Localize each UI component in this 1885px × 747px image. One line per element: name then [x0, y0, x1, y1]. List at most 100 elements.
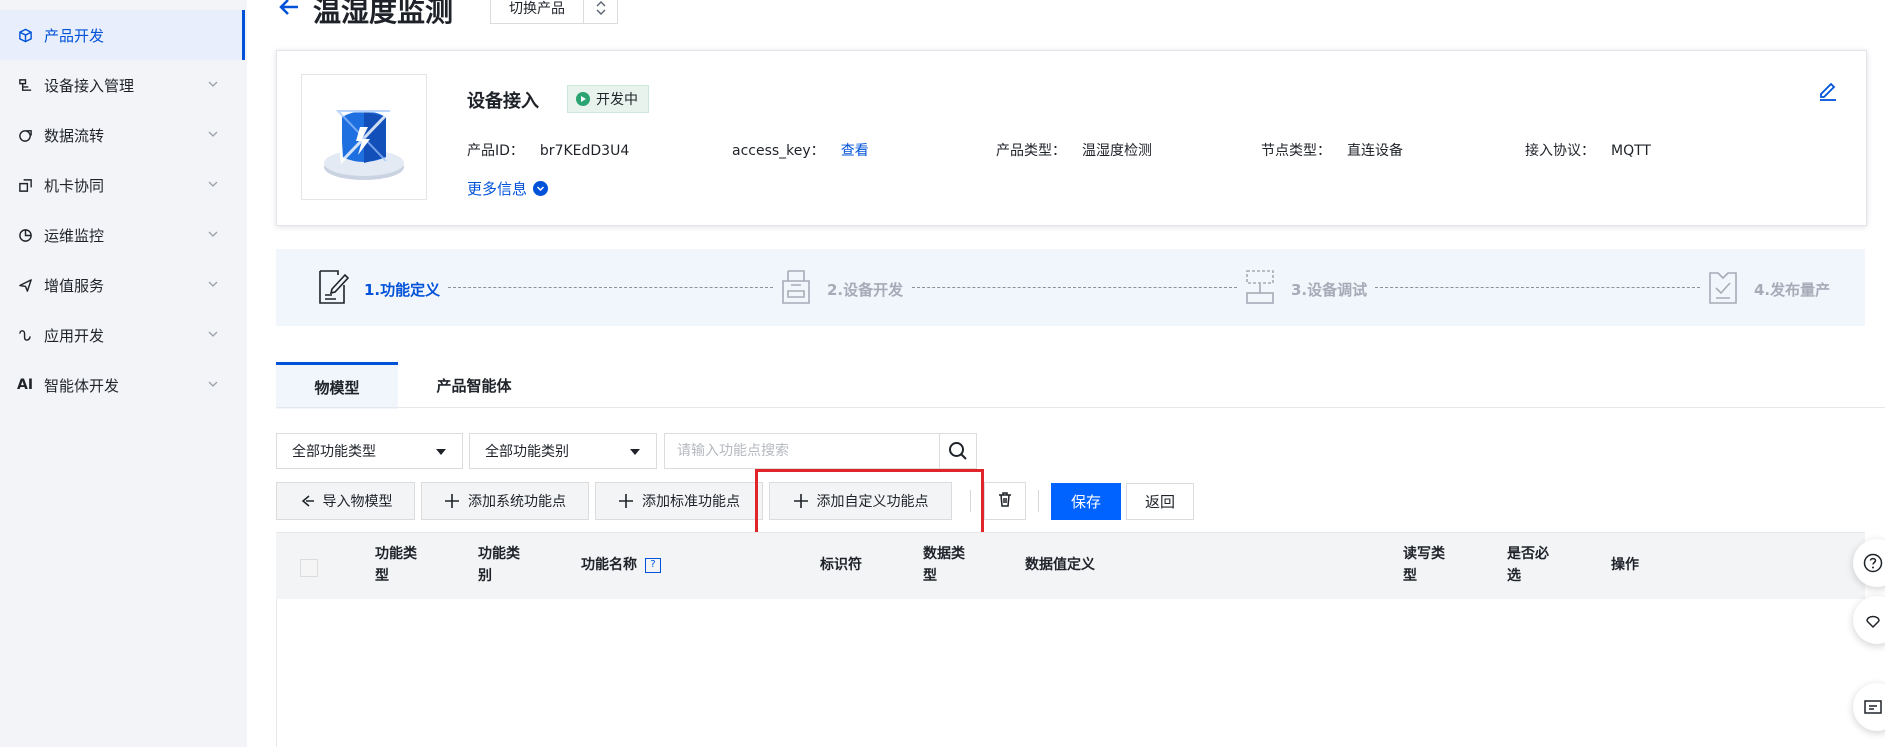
chevron-down-icon	[208, 181, 218, 187]
step-function-definition[interactable]: 1.功能定义	[316, 267, 440, 311]
field-key: 产品类型：	[996, 143, 1066, 159]
chevron-down-icon	[533, 181, 549, 196]
sidebar-item-label: 增值服务	[44, 276, 105, 295]
chevron-down-icon	[208, 281, 218, 287]
field-key: 产品ID：	[467, 143, 524, 159]
more-info-label: 更多信息	[467, 180, 528, 198]
switch-product-button[interactable]: 切换产品	[490, 0, 618, 24]
sidebar-item-label: 智能体开发	[44, 376, 120, 395]
step-device-development[interactable]: 2.设备开发	[779, 267, 903, 311]
column-header-function-name: 功能名称?	[581, 554, 661, 576]
sidebar-item-value-added[interactable]: 增值服务	[0, 260, 245, 310]
add-standard-function-button[interactable]: 添加标准功能点	[595, 482, 763, 520]
trash-icon	[997, 491, 1013, 511]
sidebar-item-label: 数据流转	[44, 126, 105, 145]
question-icon	[1863, 553, 1883, 573]
sidebar-item-label: 机卡协同	[44, 176, 105, 195]
data-flow-icon	[17, 127, 33, 143]
protocol-field: 接入协议： MQTT	[1525, 140, 1651, 160]
sidebar-item-app-dev[interactable]: 应用开发	[0, 310, 245, 360]
search-icon	[949, 442, 967, 460]
sidebar-item-agent-dev[interactable]: AI 智能体开发	[0, 360, 245, 410]
add-system-function-button[interactable]: 添加系统功能点	[421, 482, 589, 520]
import-model-button[interactable]: 导入物模型	[276, 482, 415, 520]
step-label: 3.设备调试	[1291, 280, 1368, 299]
table-body	[276, 599, 1866, 747]
service-icon	[1866, 615, 1880, 629]
step-label: 1.功能定义	[364, 280, 441, 299]
pie-chart-icon	[17, 227, 33, 243]
import-icon	[299, 493, 315, 509]
import-model-label: 导入物模型	[322, 494, 393, 510]
message-icon	[1864, 700, 1882, 714]
field-key: access_key：	[732, 143, 825, 159]
sidebar-item-label: 运维监控	[44, 226, 105, 245]
field-key: 接入协议：	[1525, 143, 1595, 159]
sidebar-item-ops-monitor[interactable]: 运维监控	[0, 210, 245, 260]
step-connector	[1375, 287, 1700, 288]
step-label: 4.发布量产	[1754, 280, 1831, 299]
chevron-down-icon	[208, 231, 218, 237]
node-type-field: 节点类型： 直连设备	[1261, 140, 1403, 160]
toolbar-divider	[1038, 490, 1039, 512]
send-icon	[17, 277, 33, 293]
search-button[interactable]	[939, 433, 977, 469]
step-connector	[448, 287, 773, 288]
save-button[interactable]: 保存	[1051, 483, 1121, 520]
play-icon	[576, 92, 590, 106]
highlight-box	[755, 469, 984, 539]
development-steps: 1.功能定义 2.设备开发 3.设备调试 4.发布量产	[276, 249, 1865, 326]
function-search-input[interactable]	[664, 433, 940, 469]
tab-thing-model[interactable]: 物模型	[276, 362, 398, 409]
column-header-required: 是否必选	[1507, 546, 1549, 584]
add-standard-function-label: 添加标准功能点	[642, 494, 740, 510]
column-header-actions: 操作	[1611, 557, 1639, 573]
ai-icon: AI	[17, 377, 34, 393]
more-info-link[interactable]: 更多信息	[467, 178, 549, 199]
step-connector	[912, 287, 1237, 288]
plus-icon	[618, 493, 634, 509]
sidebar: 产品开发 设备接入管理 数据流转 机卡协同 运维监控 增值服务 应用开发 AI …	[0, 0, 247, 747]
delete-button[interactable]	[984, 482, 1026, 520]
product-info-card: 设备接入 开发中 产品ID： br7KEdD3U4 access_key： 查看 产…	[276, 50, 1867, 226]
product-id-field: 产品ID： br7KEdD3U4	[467, 140, 629, 160]
sidebar-item-data-flow[interactable]: 数据流转	[0, 110, 245, 160]
step-release[interactable]: 4.发布量产	[1706, 267, 1830, 311]
function-category-select[interactable]: 全部功能类别	[469, 433, 657, 469]
step-device-debugging[interactable]: 3.设备调试	[1243, 267, 1367, 311]
clipboard-check-icon	[1706, 267, 1740, 311]
select-all-checkbox[interactable]	[300, 559, 318, 577]
updown-arrow-icon[interactable]	[584, 0, 617, 23]
tab-product-agent[interactable]: 产品智能体	[404, 362, 544, 408]
back-arrow-icon[interactable]	[276, 0, 302, 20]
product-image	[301, 74, 427, 200]
function-type-value: 全部功能类型	[292, 444, 376, 460]
function-type-select[interactable]: 全部功能类型	[276, 433, 463, 469]
edit-icon[interactable]	[1817, 79, 1839, 101]
cube-icon	[17, 27, 33, 43]
sidebar-item-card-link[interactable]: 机卡协同	[0, 160, 245, 210]
field-value: br7KEdD3U4	[539, 143, 630, 159]
view-access-key-link[interactable]: 查看	[841, 143, 869, 159]
table-header: 功能类型 功能类别 功能名称? 标识符 数据类型 数据值定义 读写类型 是否必选…	[276, 532, 1865, 600]
product-type-field: 产品类型： 温湿度检测	[996, 140, 1152, 160]
help-icon[interactable]: ?	[645, 557, 661, 573]
status-text: 开发中	[596, 92, 638, 108]
toolbar-divider	[970, 490, 971, 512]
sidebar-item-product-dev[interactable]: 产品开发	[0, 10, 245, 60]
column-header-function-type: 功能类型	[375, 546, 417, 584]
field-value: MQTT	[1611, 143, 1651, 159]
chevron-down-icon	[208, 81, 218, 87]
back-button[interactable]: 返回	[1126, 483, 1194, 520]
column-header-value-definition: 数据值定义	[1025, 557, 1095, 573]
access-key-field: access_key： 查看	[732, 140, 869, 160]
sidebar-item-label: 设备接入管理	[44, 76, 135, 95]
app-dev-icon	[17, 327, 33, 343]
page-title: 温湿度监测	[313, 0, 454, 28]
field-value: 温湿度检测	[1082, 143, 1152, 159]
sidebar-item-device-access[interactable]: 设备接入管理	[0, 60, 245, 110]
card-link-icon	[17, 177, 33, 193]
chevron-down-icon	[208, 331, 218, 337]
tabs-divider	[276, 407, 1885, 408]
step-label: 2.设备开发	[827, 280, 904, 299]
